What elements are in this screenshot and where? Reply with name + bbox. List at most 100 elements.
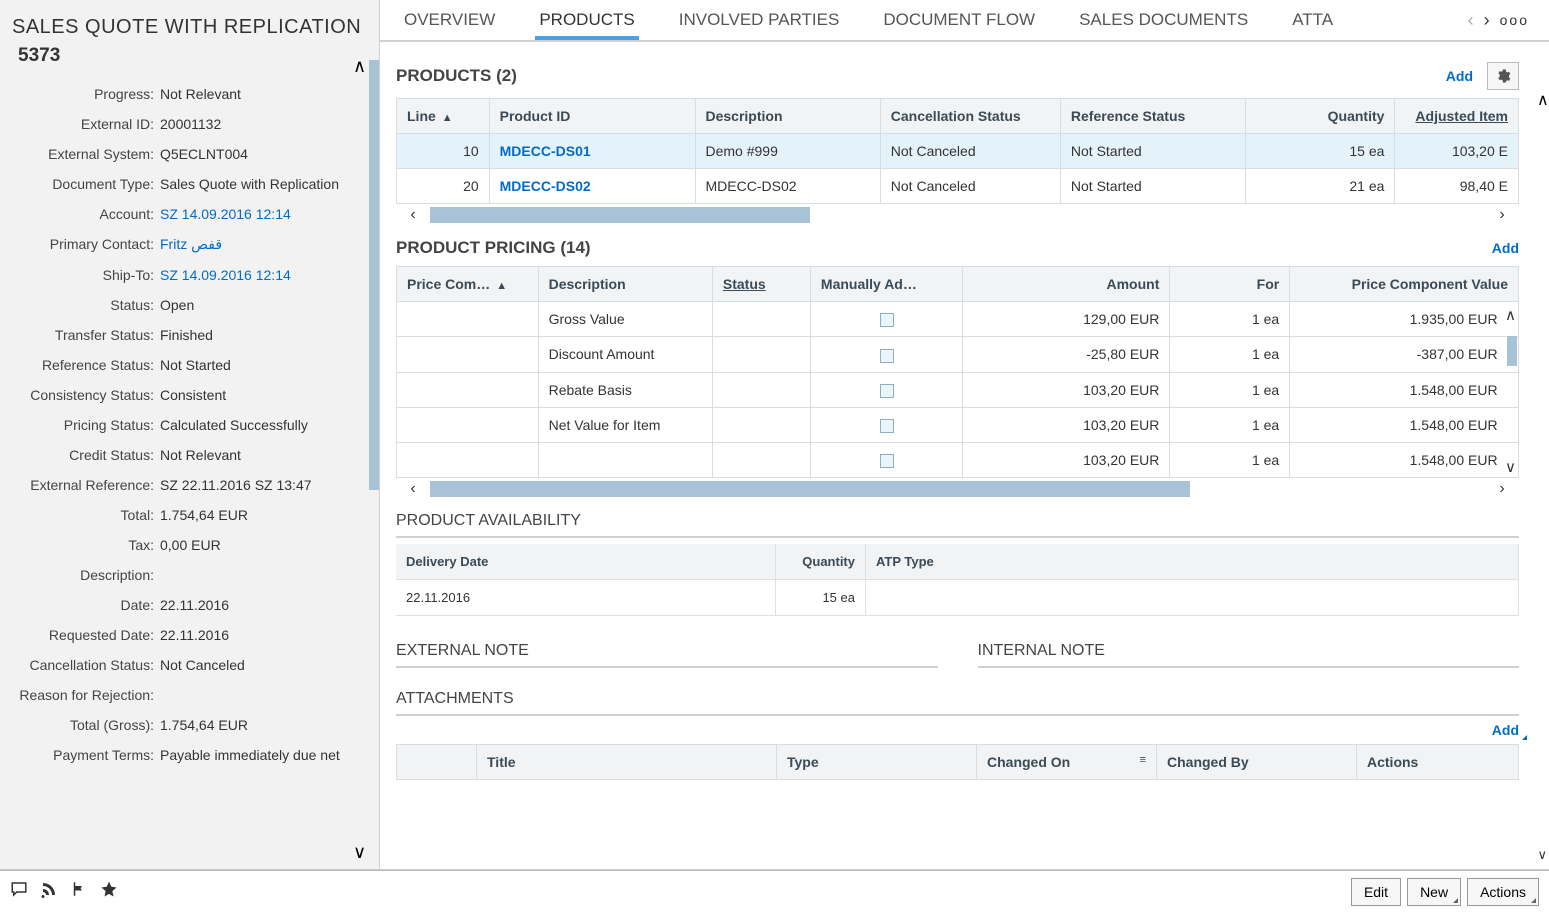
tab-atta[interactable]: ATTA xyxy=(1288,2,1337,38)
pricing-cell-amount: 103,20 EUR xyxy=(963,443,1170,478)
pricing-scrollbar-thumb[interactable] xyxy=(1507,336,1517,366)
products-cell-desc: Demo #999 xyxy=(695,134,880,169)
new-button[interactable]: New xyxy=(1407,878,1461,906)
pricing-add-link[interactable]: Add xyxy=(1492,240,1519,256)
checkbox[interactable] xyxy=(880,313,894,327)
pricing-cell-comp xyxy=(397,302,539,337)
att-col[interactable]: Changed On≡ xyxy=(977,745,1157,780)
field-value[interactable]: SZ 14.09.2016 12:14 xyxy=(160,206,371,222)
col-atp-type: ATP Type xyxy=(866,544,1519,579)
pricing-row: Net Value for Item103,20 EUR1 ea1.548,00… xyxy=(397,407,1519,442)
products-col[interactable]: Description xyxy=(695,99,880,134)
pricing-row: Gross Value129,00 EUR1 ea1.935,00 EUR xyxy=(397,302,1519,337)
pricing-scroll-up-icon[interactable]: ∧ xyxy=(1505,306,1517,324)
pricing-hscroll[interactable]: ‹ › xyxy=(396,478,1519,500)
footer-bar: Edit New Actions xyxy=(0,870,1549,912)
pricing-cell-comp xyxy=(397,372,539,407)
field-row: Reference Status:Not Started xyxy=(8,350,371,380)
field-label: Status: xyxy=(8,297,160,313)
scroll-down-icon[interactable]: ∨ xyxy=(353,842,371,863)
tab-scroll-left-icon[interactable]: ‹ xyxy=(1468,10,1474,31)
products-row[interactable]: 20MDECC-DS02MDECC-DS02Not CanceledNot St… xyxy=(397,169,1519,204)
checkbox[interactable] xyxy=(880,419,894,433)
edit-button[interactable]: Edit xyxy=(1351,878,1401,906)
object-id: 5373 xyxy=(18,45,371,67)
new-label: New xyxy=(1420,884,1448,900)
field-value: Payable immediately due net xyxy=(160,747,371,763)
field-row: Pricing Status:Calculated Successfully xyxy=(8,410,371,440)
attachments-add-label: Add xyxy=(1492,722,1519,738)
feed-icon[interactable] xyxy=(40,880,58,903)
col-quantity: Quantity xyxy=(776,544,866,579)
hscroll-left-icon[interactable]: ‹ xyxy=(396,480,430,498)
products-cell-pid[interactable]: MDECC-DS02 xyxy=(489,169,695,204)
tab-document-flow[interactable]: DOCUMENT FLOW xyxy=(879,2,1039,38)
att-col[interactable]: Actions xyxy=(1357,745,1519,780)
products-cell-ref: Not Started xyxy=(1060,169,1245,204)
tab-sales-documents[interactable]: SALES DOCUMENTS xyxy=(1075,2,1252,38)
products-col[interactable]: Product ID xyxy=(489,99,695,134)
field-row: Date:22.11.2016 xyxy=(8,590,371,620)
tab-overview[interactable]: OVERVIEW xyxy=(400,2,499,38)
checkbox[interactable] xyxy=(880,384,894,398)
att-col[interactable]: Changed By xyxy=(1157,745,1357,780)
hscroll-right-icon[interactable]: › xyxy=(1485,206,1519,224)
pricing-col[interactable]: Price Com…▲ xyxy=(397,267,539,302)
field-value[interactable]: SZ 14.09.2016 12:14 xyxy=(160,267,371,283)
tab-products[interactable]: PRODUCTS xyxy=(535,2,638,40)
tab-scroll-right-icon[interactable]: › xyxy=(1484,10,1490,31)
pricing-col[interactable]: Status xyxy=(712,267,810,302)
products-row[interactable]: 10MDECC-DS01Demo #999Not CanceledNot Sta… xyxy=(397,134,1519,169)
products-col[interactable]: Reference Status xyxy=(1060,99,1245,134)
field-row: Payment Terms:Payable immediately due ne… xyxy=(8,740,371,770)
comment-icon[interactable] xyxy=(10,880,28,903)
hscroll-right-icon[interactable]: › xyxy=(1485,480,1519,498)
pricing-cell-for: 1 ea xyxy=(1170,372,1290,407)
products-cell-line: 10 xyxy=(397,134,490,169)
content-scroll-down-icon[interactable]: ∨ xyxy=(1537,847,1547,863)
flag-icon[interactable] xyxy=(70,880,88,903)
field-row: Total (Gross):1.754,64 EUR xyxy=(8,710,371,740)
products-add-link[interactable]: Add xyxy=(1446,68,1473,84)
star-icon[interactable] xyxy=(100,880,118,903)
products-col[interactable]: Quantity xyxy=(1246,99,1395,134)
pricing-cell-value: 1.935,00 EUR xyxy=(1290,302,1519,337)
attachments-table: TitleTypeChanged On≡Changed ByActions xyxy=(396,744,1519,780)
pricing-cell-amount: 103,20 EUR xyxy=(963,407,1170,442)
hscroll-left-icon[interactable]: ‹ xyxy=(396,206,430,224)
field-row: Transfer Status:Finished xyxy=(8,320,371,350)
pricing-cell-comp xyxy=(397,337,539,372)
tab-overflow-icon[interactable]: ooo xyxy=(1500,12,1529,28)
pricing-cell-amount: -25,80 EUR xyxy=(963,337,1170,372)
field-row: Account:SZ 14.09.2016 12:14 xyxy=(8,199,371,229)
content-scroll-up-icon[interactable]: ∧ xyxy=(1537,88,1547,112)
checkbox[interactable] xyxy=(880,349,894,363)
products-hscroll[interactable]: ‹ › xyxy=(396,204,1519,226)
products-col[interactable]: Cancellation Status xyxy=(880,99,1060,134)
pricing-cell-desc: Gross Value xyxy=(538,302,712,337)
products-col[interactable]: Line▲ xyxy=(397,99,490,134)
products-settings-button[interactable] xyxy=(1487,62,1519,90)
pricing-scroll-down-icon[interactable]: ∨ xyxy=(1505,458,1517,476)
products-cell-pid[interactable]: MDECC-DS01 xyxy=(489,134,695,169)
pricing-col[interactable]: Amount xyxy=(963,267,1170,302)
products-col[interactable]: Adjusted Item xyxy=(1395,99,1519,134)
actions-button[interactable]: Actions xyxy=(1467,878,1539,906)
att-col[interactable]: Type xyxy=(777,745,977,780)
attachments-add-link[interactable]: Add xyxy=(1492,722,1519,738)
field-value[interactable]: Fritz قفص xyxy=(160,236,371,253)
pricing-col[interactable]: For xyxy=(1170,267,1290,302)
avail-date: 22.11.2016 xyxy=(396,580,776,615)
tab-involved-parties[interactable]: INVOLVED PARTIES xyxy=(675,2,844,38)
pricing-table: Price Com…▲DescriptionStatusManually Ad…… xyxy=(396,266,1519,478)
field-value: Calculated Successfully xyxy=(160,417,371,433)
pricing-col[interactable]: Price Component Value xyxy=(1290,267,1519,302)
left-details-panel: SALES QUOTE WITH REPLICATION 5373 ∧ Prog… xyxy=(0,0,380,869)
pricing-cell-amount: 103,20 EUR xyxy=(963,372,1170,407)
att-col[interactable]: Title xyxy=(477,745,777,780)
checkbox[interactable] xyxy=(880,454,894,468)
pricing-col[interactable]: Manually Ad… xyxy=(810,267,963,302)
pricing-cell-amount: 129,00 EUR xyxy=(963,302,1170,337)
pricing-col[interactable]: Description xyxy=(538,267,712,302)
left-scrollbar-thumb[interactable] xyxy=(369,60,379,490)
